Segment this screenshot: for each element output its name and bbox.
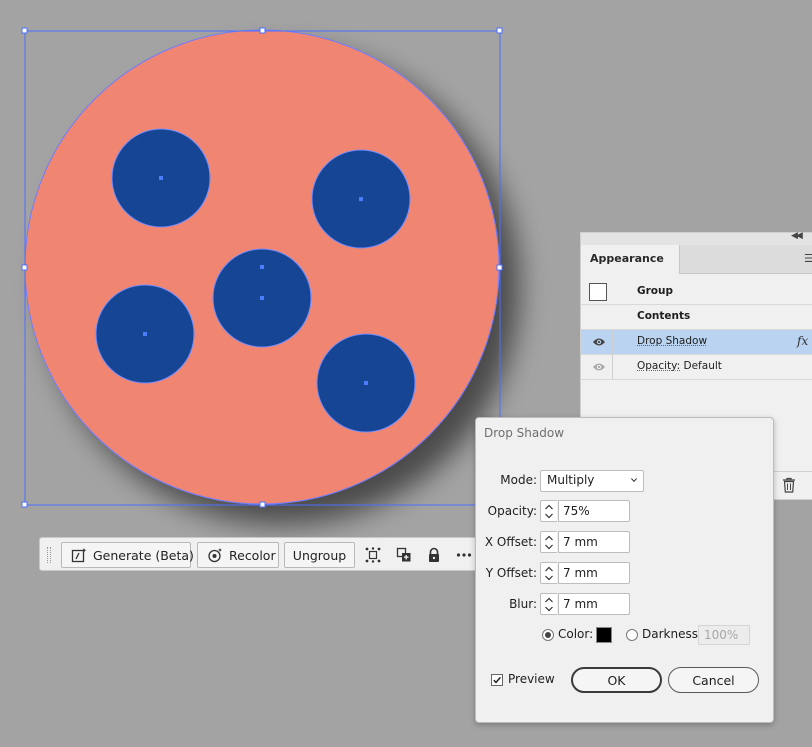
preview-checkbox[interactable] [491,674,503,686]
ok-button[interactable]: OK [571,667,662,693]
drag-grip[interactable] [47,547,51,563]
visibility-eye-icon[interactable] [592,361,606,373]
contents-label: Contents [637,310,691,322]
y-offset-input[interactable] [558,562,630,584]
appearance-row-opacity[interactable]: Opacity: Default [581,355,812,380]
cancel-button[interactable]: Cancel [668,667,759,693]
preview-label: Preview [508,672,555,686]
tab-appearance[interactable]: Appearance [581,245,680,274]
opacity-link[interactable]: Opacity: [637,360,680,372]
blur-stepper[interactable] [540,593,630,615]
mode-label: Mode: [500,473,537,487]
stepper-arrows-icon[interactable] [540,593,557,615]
dialog-title: Drop Shadow [484,426,565,440]
color-radio[interactable] [542,629,554,641]
shadow-color-swatch[interactable] [596,627,612,643]
recolor-icon [207,547,223,563]
opacity-value: Default [683,360,722,372]
fx-icon[interactable]: fx [797,334,808,348]
handle-top [259,27,266,34]
arrange-icon[interactable] [396,547,412,563]
collapse-panel-icon[interactable]: ◀◀ [791,231,803,241]
blur-input[interactable] [558,593,630,615]
mode-value: Multiply [547,473,595,487]
drop-shadow-link[interactable]: Drop Shadow [637,335,707,347]
handle-top-left [21,27,28,34]
y-offset-label: Y Offset: [485,566,537,580]
handle-bottom [259,501,266,508]
opacity-input[interactable] [558,500,630,522]
lock-icon[interactable] [426,547,442,563]
appearance-row-drop-shadow[interactable]: Drop Shadow fx [581,330,812,355]
opacity-label: Opacity: [487,504,537,518]
opacity-stepper[interactable] [540,500,630,522]
more-icon[interactable] [456,547,472,563]
group-label: Group [637,285,674,297]
recolor-button[interactable]: Recolor [197,542,279,568]
handle-right [496,264,503,271]
stepper-arrows-icon[interactable] [540,531,557,553]
blur-label: Blur: [509,597,537,611]
isolate-icon[interactable] [365,547,381,563]
panel-menu-icon[interactable]: ☰ [804,252,812,265]
stepper-arrows-icon[interactable] [540,500,557,522]
trash-icon[interactable] [782,477,796,493]
ungroup-button[interactable]: Ungroup [284,542,355,568]
panel-header-strip: ◀◀ [581,231,812,245]
stepper-arrows-icon[interactable] [540,562,557,584]
color-label: Color: [558,627,594,641]
panel-tab-bar: Appearance ☰ [581,245,812,274]
contextual-task-bar: Generate (Beta) Recolor Ungroup [39,537,479,571]
darkness-radio[interactable] [626,629,638,641]
group-thumbnail [589,283,607,301]
appearance-row-group[interactable]: Group [581,280,812,305]
ungroup-label: Ungroup [292,547,347,563]
drop-shadow-dialog: Drop Shadow Mode: Multiply Opacity: X Of… [475,417,774,723]
chevron-down-icon [631,478,637,483]
handle-bottom-left [21,501,28,508]
y-offset-stepper[interactable] [540,562,630,584]
handle-top-right [496,27,503,34]
visibility-eye-icon[interactable] [592,336,606,348]
mode-select[interactable]: Multiply [540,470,644,492]
x-offset-label: X Offset: [484,535,537,549]
handle-left [21,264,28,271]
generate-label: Generate (Beta) [93,547,194,563]
generate-button[interactable]: Generate (Beta) [61,542,194,568]
x-offset-stepper[interactable] [540,531,630,553]
appearance-row-contents[interactable]: Contents [581,305,812,330]
recolor-label: Recolor [229,547,276,563]
darkness-label: Darkness: [642,627,703,641]
generate-icon [71,547,87,563]
x-offset-input[interactable] [558,531,630,553]
darkness-input[interactable]: 100% [698,625,750,645]
